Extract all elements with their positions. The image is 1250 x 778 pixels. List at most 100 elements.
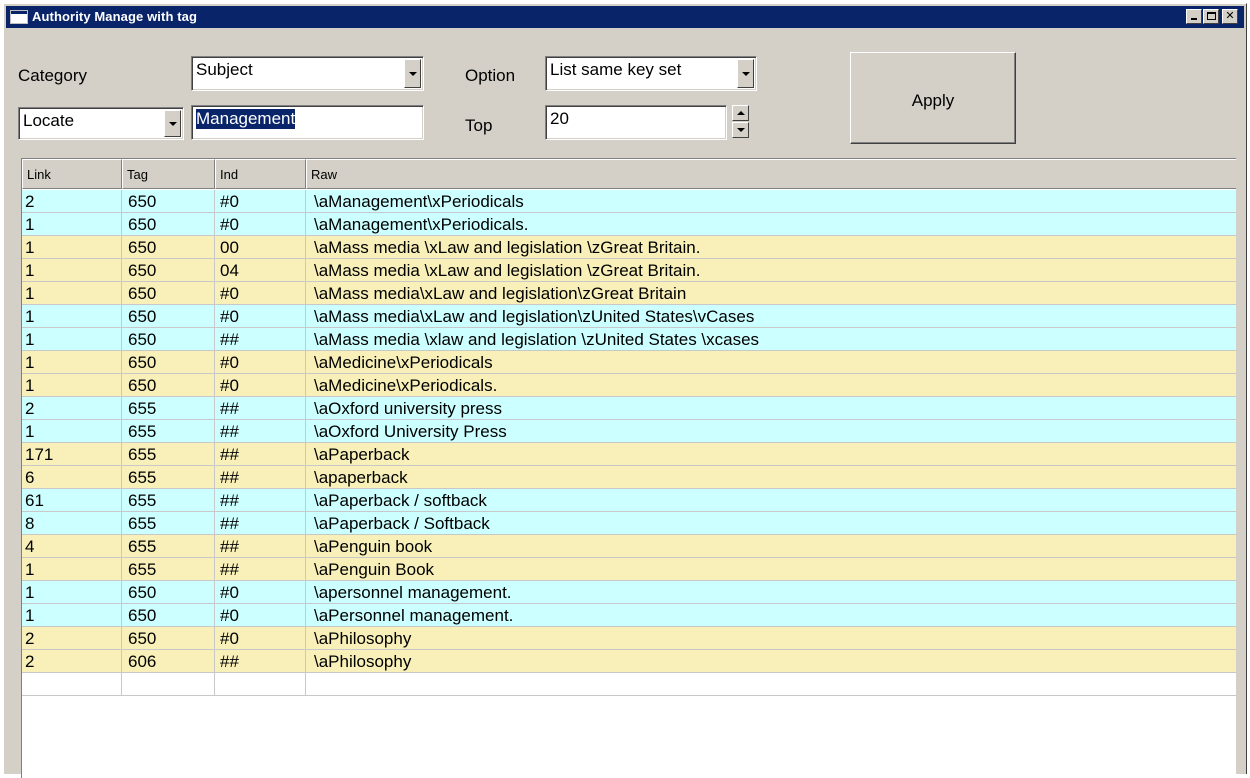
cell-ind: ## [215,466,306,489]
cell-ind: ## [215,512,306,535]
cell-raw: \aManagement\xPeriodicals [314,192,524,211]
cell-raw: \aMass media \xlaw and legislation \zUni… [314,330,760,349]
chevron-down-icon [409,71,417,76]
table-row[interactable]: 1 650 #0 \aMass media\xLaw and legislation\… [22,305,1236,328]
table-row[interactable]: 61 655 ## \aPaperback / softback [22,489,1236,512]
table-row[interactable]: 2 606 ## \aPhilosophy [22,650,1236,673]
cell-link: 1 [22,581,122,604]
close-button[interactable]: ✕ [1222,9,1238,24]
cell-ind: ## [215,397,306,420]
column-header-ind[interactable]: Ind [215,159,306,189]
cell-tag: 650 [122,328,215,351]
table-row[interactable]: 1 650 #0 \apersonnel management. [22,581,1236,604]
minimize-icon [1191,18,1197,20]
table-row[interactable]: 1 650 #0 \aManagement\xPeriodicals. [22,213,1236,236]
table-row[interactable]: 1 655 ## \aPenguin Book [22,558,1236,581]
top-spin-up-button[interactable] [732,105,749,121]
option-combobox[interactable]: List same key set [545,56,757,91]
mode-value: Locate [23,111,75,130]
cell-tag: 650 [122,282,215,305]
table-row[interactable]: 6 655 ## \apaperback [22,466,1236,489]
option-dropdown-button[interactable] [737,59,754,88]
category-dropdown-button[interactable] [404,59,421,88]
cell-tag: 655 [122,512,215,535]
maximize-button[interactable] [1203,9,1219,24]
cell-raw: \aPersonnel management. [314,606,514,625]
column-header-raw[interactable]: Raw [306,159,1236,189]
cell-tag: 650 [122,604,215,627]
results-grid[interactable]: Link Tag Ind Raw 2 650 #0 \aManagement\xPer… [21,158,1236,778]
table-row[interactable]: 1 650 04 \aMass media \xLaw and legislation… [22,259,1236,282]
table-row[interactable]: 1 650 #0 \aPersonnel management. [22,604,1236,627]
search-input[interactable]: Management [191,105,424,140]
cell-link: 1 [22,328,122,351]
category-combobox[interactable]: Subject [191,56,424,91]
cell-empty [306,673,1236,696]
cell-link: 1 [22,282,122,305]
column-header-tag[interactable]: Tag [122,159,215,189]
cell-raw: \apersonnel management. [314,583,512,602]
cell-link: 1 [22,259,122,282]
cell-link: 61 [22,489,122,512]
cell-link: 2 [22,190,122,213]
cell-raw: \aManagement\xPeriodicals. [314,215,529,234]
cell-ind: #0 [215,190,306,213]
table-row[interactable]: 4 655 ## \aPenguin book [22,535,1236,558]
cell-ind: #0 [215,581,306,604]
cell-ind: #0 [215,213,306,236]
table-row[interactable]: 2 655 ## \aOxford university press [22,397,1236,420]
option-label: Option [465,66,516,85]
cell-tag: 655 [122,489,215,512]
column-header-link[interactable]: Link [22,159,122,189]
table-row[interactable]: 1 650 #0 \aMass media\xLaw and legislation\… [22,282,1236,305]
cell-raw: \aPaperback [314,445,410,464]
cell-ind: ## [215,558,306,581]
top-input[interactable]: 20 [545,105,727,140]
cell-link: 1 [22,305,122,328]
mode-combobox[interactable]: Locate [18,107,184,140]
option-value: List same key set [550,60,682,79]
cell-link: 1 [22,351,122,374]
cell-raw: \aPenguin book [314,537,433,556]
window-icon [10,10,28,24]
cell-ind: #0 [215,282,306,305]
cell-raw: \aMedicine\xPeriodicals. [314,376,498,395]
table-row[interactable]: 1 650 #0 \aMedicine\xPeriodicals. [22,374,1236,397]
table-row[interactable]: 2 650 #0 \aManagement\xPeriodicals [22,190,1236,213]
cell-link: 4 [22,535,122,558]
cell-tag: 650 [122,581,215,604]
table-row[interactable]: 1 650 ## \aMass media \xlaw and legislation… [22,328,1236,351]
cell-raw: \aPenguin Book [314,560,435,579]
table-row[interactable]: 1 650 #0 \aMedicine\xPeriodicals [22,351,1236,374]
cell-link: 2 [22,397,122,420]
table-row[interactable]: 1 650 00 \aMass media \xLaw and legislation… [22,236,1236,259]
title-bar[interactable]: Authority Manage with tag ✕ [6,6,1244,28]
cell-tag: 650 [122,190,215,213]
table-row[interactable]: 8 655 ## \aPaperback / Softback [22,512,1236,535]
top-spin-down-button[interactable] [732,122,749,138]
close-icon: ✕ [1225,9,1235,22]
cell-tag: 650 [122,351,215,374]
cell-link: 1 [22,374,122,397]
cell-ind: #0 [215,604,306,627]
table-row[interactable]: 2 650 #0 \aPhilosophy [22,627,1236,650]
cell-raw: \aPaperback / Softback [314,514,490,533]
mode-dropdown-button[interactable] [164,110,181,137]
chevron-down-icon [742,71,750,76]
table-row[interactable]: 1 655 ## \aOxford University Press [22,420,1236,443]
maximize-icon [1207,12,1216,20]
cell-raw: \aMass media\xLaw and legislation\zUnite… [314,307,755,326]
top-label: Top [465,116,493,135]
category-value: Subject [196,60,253,79]
grid-rows: 2 650 #0 \aManagement\xPeriodicals 1 650 #0 \aM… [22,190,1236,696]
cell-ind: #0 [215,374,306,397]
apply-button[interactable]: Apply [850,52,1016,144]
cell-link: 2 [22,627,122,650]
table-row[interactable]: 171 655 ## \aPaperback [22,443,1236,466]
cell-tag: 650 [122,259,215,282]
minimize-button[interactable] [1186,9,1202,24]
cell-tag: 655 [122,535,215,558]
cell-raw: \aOxford University Press [314,422,507,441]
cell-link: 8 [22,512,122,535]
cell-raw: \aOxford university press [314,399,503,418]
